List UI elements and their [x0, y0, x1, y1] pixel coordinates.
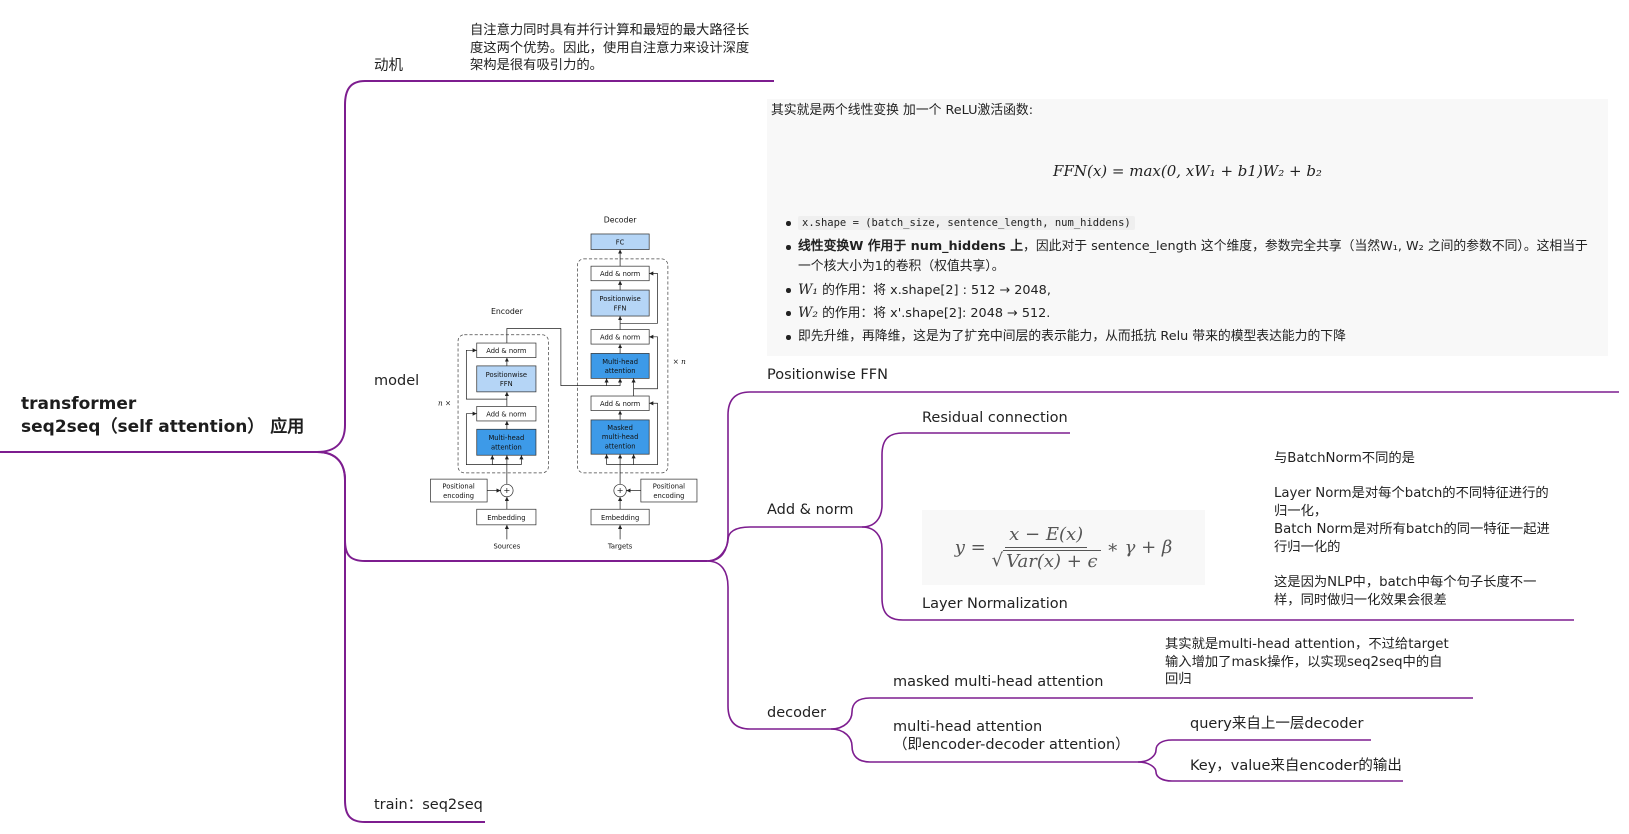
- topic-train[interactable]: train：seq2seq: [374, 796, 483, 814]
- topic-layer-normalization[interactable]: Layer Normalization: [922, 595, 1068, 613]
- decoder-ffn-label-line-1: Positionwise: [599, 295, 640, 303]
- ffn-bullet-w1: W₁ 的作用：将 x.shape[2] : 512 → 2048,: [786, 280, 1588, 301]
- decoder-repeat-label: × n: [673, 357, 686, 366]
- ffn-summary-text: 即先升维，再降维，这是为了扩充中间层的表示能力，从而抵抗 Relu 带来的模型表…: [798, 329, 1346, 344]
- layer-norm-note-paragraph-1: 与BatchNorm不同的是: [1274, 450, 1415, 468]
- decoder-add-norm-label-top: Add & norm: [600, 270, 640, 278]
- layer-norm-note-line: 样，同时做归一化效果会很差: [1274, 592, 1447, 608]
- ln-formula-rhs: ∗ γ + β: [1106, 537, 1173, 558]
- ffn-formula: FFN(x) = max(0, xW₁ + b1)W₂ + b₂: [1053, 162, 1322, 180]
- topic-positionwise-ffn[interactable]: Positionwise FFN: [767, 366, 888, 384]
- w2-text: 的作用：将 x'.shape[2]: 2048 → 512.: [818, 306, 1051, 321]
- decoder-ffn-label-line-2: FFN: [614, 304, 627, 312]
- wire: [606, 464, 634, 485]
- layer-norm-note-paragraph-3: 这是因为NLP中，batch中每个句子长度不一 样，同时做归一化效果会很差: [1274, 574, 1536, 609]
- masked-attention-note-line: 回归: [1165, 672, 1192, 688]
- encoder-positional-encoding-line-2: encoding: [443, 492, 474, 500]
- encoder-ffn-label-line-1: Positionwise: [486, 371, 527, 379]
- ln-formula-numerator: x − E(x): [1005, 524, 1088, 548]
- encoder-multi-head-label-line-2: attention: [491, 444, 522, 452]
- root-topic[interactable]: transformer seq2seq（self attention） 应用: [21, 393, 304, 439]
- decoder-add-norm-label-middle: Add & norm: [600, 333, 640, 341]
- decoder-masked-label-line-3: attention: [605, 442, 636, 450]
- layer-norm-note-line: 行归一化的: [1274, 539, 1341, 555]
- sources-label: Sources: [494, 543, 521, 551]
- decoder-positional-encoding-line-1: Positional: [653, 482, 685, 490]
- w2-symbol: W₂: [798, 305, 819, 321]
- ln-formula-fraction: x − E(x) √ Var(x) + ϵ: [992, 524, 1101, 572]
- topic-model[interactable]: model: [374, 372, 419, 390]
- layer-norm-note-line: 归一化，: [1274, 504, 1328, 520]
- decoder-title: Decoder: [604, 216, 638, 225]
- encoder-multi-head-label-line-1: Multi-head: [488, 434, 524, 442]
- ffn-bullet-shared-params: 线性变换W 作用于 num_hiddens 上，因此对于 sentence_le…: [786, 237, 1588, 277]
- ffn-bullet-w2: W₂ 的作用：将 x'.shape[2]: 2048 → 512.: [786, 303, 1588, 324]
- decoder-positional-encoding-line-2: encoding: [653, 492, 684, 500]
- layer-norm-formula[interactable]: y = x − E(x) √ Var(x) + ϵ ∗ γ + β: [922, 510, 1205, 585]
- topic-key-value-source[interactable]: Key，value来自encoder的输出: [1190, 757, 1402, 775]
- encoder-plus-sign: +: [503, 485, 510, 495]
- decoder-masked-label-line-1: Masked: [607, 424, 633, 432]
- topic-query-source[interactable]: query来自上一层decoder: [1190, 715, 1363, 733]
- topic-masked-multi-head-attention[interactable]: masked multi-head attention: [893, 673, 1103, 691]
- encoder-title: Encoder: [491, 307, 524, 316]
- encoder-positional-encoding-line-1: Positional: [442, 482, 474, 490]
- encoder-ffn-label-line-2: FFN: [500, 380, 513, 388]
- ffn-bullet-summary: 即先升维，再降维，这是为了扩充中间层的表示能力，从而抵抗 Relu 带来的模型表…: [786, 327, 1588, 347]
- decoder-plus-sign: +: [617, 485, 624, 495]
- motivation-note-line: 架构是很有吸引力的。: [470, 58, 603, 74]
- decoder-multi-head-label-line-2: attention: [605, 367, 636, 375]
- ffn-shape-code: x.shape = (batch_size, sentence_length, …: [798, 216, 1135, 230]
- masked-attention-note-line: 输入增加了mask操作，以实现seq2seq中的自: [1165, 654, 1443, 670]
- decoder-masked-label-line-2: multi-head: [602, 433, 639, 441]
- motivation-note-line: 度这两个优势。因此，使用自注意力来设计深度: [470, 40, 750, 56]
- topic-residual-connection[interactable]: Residual connection: [922, 409, 1068, 427]
- encoder-embedding-label: Embedding: [487, 514, 525, 522]
- cross-attention-label-line-1: multi-head attention: [893, 719, 1043, 735]
- ln-formula-radical: √: [991, 549, 1004, 571]
- positionwise-ffn-note[interactable]: 其实就是两个线性变换 加一个 ReLU激活函数: FFN(x) = max(0,…: [767, 99, 1608, 356]
- encoder-repeat-label: n ×: [438, 398, 451, 407]
- transformer-architecture-svg: Decoder FC × n Add & norm Positionwise F…: [430, 216, 698, 551]
- ln-formula-denominator: Var(x) + ϵ: [1003, 549, 1101, 572]
- layer-norm-note-line: 与BatchNorm不同的是: [1274, 451, 1415, 466]
- ln-formula-lhs: y =: [954, 537, 986, 558]
- motivation-note-line: 自注意力同时具有并行计算和最短的最大路径长: [470, 23, 750, 38]
- topic-encoder-decoder-attention[interactable]: multi-head attention （即encoder-decoder a…: [893, 718, 1130, 754]
- layer-norm-note-paragraph-2: Layer Norm是对每个batch的不同特征进行的 归一化， Batch N…: [1274, 485, 1550, 556]
- layer-norm-note: 与BatchNorm不同的是 Layer Norm是对每个batch的不同特征进…: [1274, 450, 1574, 608]
- transformer-architecture-figure[interactable]: Decoder FC × n Add & norm Positionwise F…: [430, 211, 698, 553]
- ffn-shared-params-bold: 线性变换W 作用于 num_hiddens 上: [798, 239, 1024, 254]
- ffn-intro-text: 其实就是两个线性变换 加一个 ReLU激活函数:: [771, 103, 1034, 118]
- encoder-add-norm-label-bottom: Add & norm: [486, 410, 526, 418]
- topic-motivation[interactable]: 动机: [374, 57, 403, 75]
- mind-map-canvas: transformer seq2seq（self attention） 应用 动…: [0, 0, 1629, 834]
- targets-label: Targets: [607, 543, 633, 551]
- masked-attention-note: 其实就是multi-head attention，不过给target 输入增加了…: [1165, 636, 1449, 689]
- decoder-multi-head-label-line-1: Multi-head: [602, 358, 638, 366]
- decoder-embedding-label: Embedding: [601, 514, 639, 522]
- wire: [492, 464, 522, 485]
- root-title-line-1: transformer: [21, 394, 137, 414]
- topic-decoder[interactable]: decoder: [767, 704, 826, 722]
- topic-add-norm[interactable]: Add & norm: [767, 501, 854, 519]
- cross-attention-label-line-2: （即encoder-decoder attention）: [893, 737, 1130, 753]
- w1-symbol: W₁: [798, 282, 819, 298]
- encoder-add-norm-label-top: Add & norm: [486, 347, 526, 355]
- decoder-add-norm-label-bottom: Add & norm: [600, 400, 640, 408]
- masked-attention-note-line: 其实就是multi-head attention，不过给target: [1165, 637, 1449, 652]
- fc-label: FC: [616, 238, 625, 246]
- motivation-note: 自注意力同时具有并行计算和最短的最大路径长 度这两个优势。因此，使用自注意力来设…: [470, 22, 749, 75]
- connector-add-norm: [706, 526, 862, 562]
- layer-norm-note-line: Batch Norm是对所有batch的同一特征一起进: [1274, 521, 1550, 537]
- root-title-line-2: seq2seq（self attention） 应用: [21, 417, 305, 437]
- ffn-bullet-shape: x.shape = (batch_size, sentence_length, …: [786, 213, 1588, 233]
- ln-formula-denominator-wrap: √ Var(x) + ϵ: [992, 548, 1101, 572]
- layer-norm-note-line: 这是因为NLP中，batch中每个句子长度不一: [1274, 575, 1537, 590]
- layer-norm-note-line: Layer Norm是对每个batch的不同特征进行的: [1274, 486, 1549, 502]
- w1-text: 的作用：将 x.shape[2] : 512 → 2048,: [818, 283, 1051, 298]
